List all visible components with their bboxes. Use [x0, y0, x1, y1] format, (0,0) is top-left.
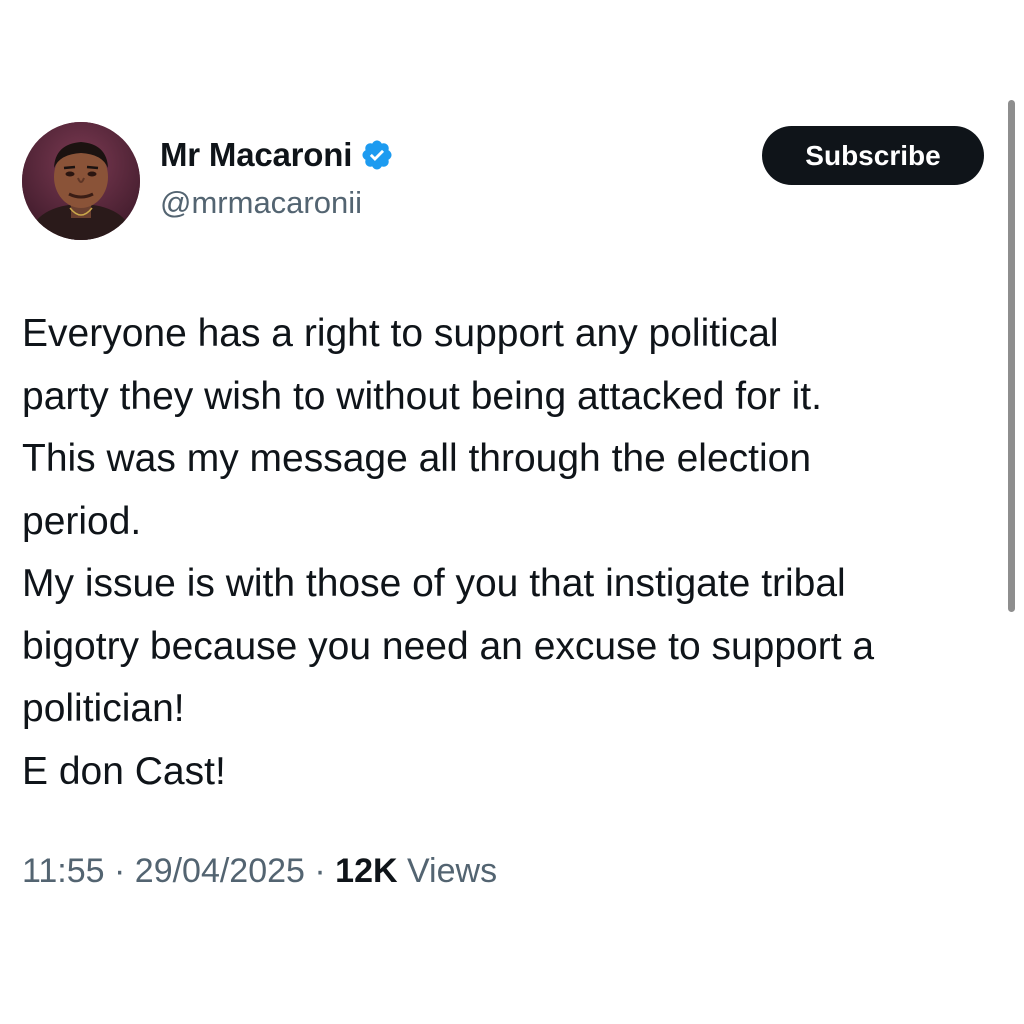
tweet-text-line: period. — [22, 499, 142, 543]
views-label: Views — [397, 852, 498, 890]
author-display-name[interactable]: Mr Macaroni — [160, 136, 352, 174]
tweet-meta: 11:55 · 29/04/2025 · 12K Views — [22, 852, 497, 891]
avatar-image — [22, 122, 140, 240]
author-handle[interactable]: @mrmacaronii — [160, 185, 362, 221]
tweet-text: Everyone has a right to support any poli… — [22, 303, 1007, 803]
tweet-text-line: party they wish to without being attacke… — [22, 374, 822, 418]
tweet-text-line: bigotry because you need an excuse to su… — [22, 624, 875, 668]
verified-badge-icon — [360, 138, 394, 172]
tweet-text-line: Everyone has a right to support any poli… — [22, 312, 779, 355]
tweet-card: Mr Macaroni @mrmacaronii Subscribe Every… — [0, 0, 1024, 1024]
author-name-row[interactable]: Mr Macaroni — [160, 133, 394, 177]
tweet-text-line: E don Cast! — [22, 749, 226, 793]
views-count: 12K — [335, 852, 398, 890]
tweet-text-line: My issue is with those of you that insti… — [22, 562, 846, 605]
tweet-time[interactable]: 11:55 — [22, 852, 105, 890]
tweet-date[interactable]: 29/04/2025 — [135, 852, 305, 890]
avatar[interactable] — [22, 122, 140, 240]
tweet-text-line: politician! — [22, 687, 185, 730]
subscribe-button[interactable]: Subscribe — [762, 126, 984, 185]
meta-separator: · — [104, 852, 135, 890]
scrollbar[interactable] — [1008, 100, 1015, 612]
meta-separator: · — [304, 852, 336, 890]
tweet-text-line: This was my message all through the elec… — [22, 437, 812, 480]
